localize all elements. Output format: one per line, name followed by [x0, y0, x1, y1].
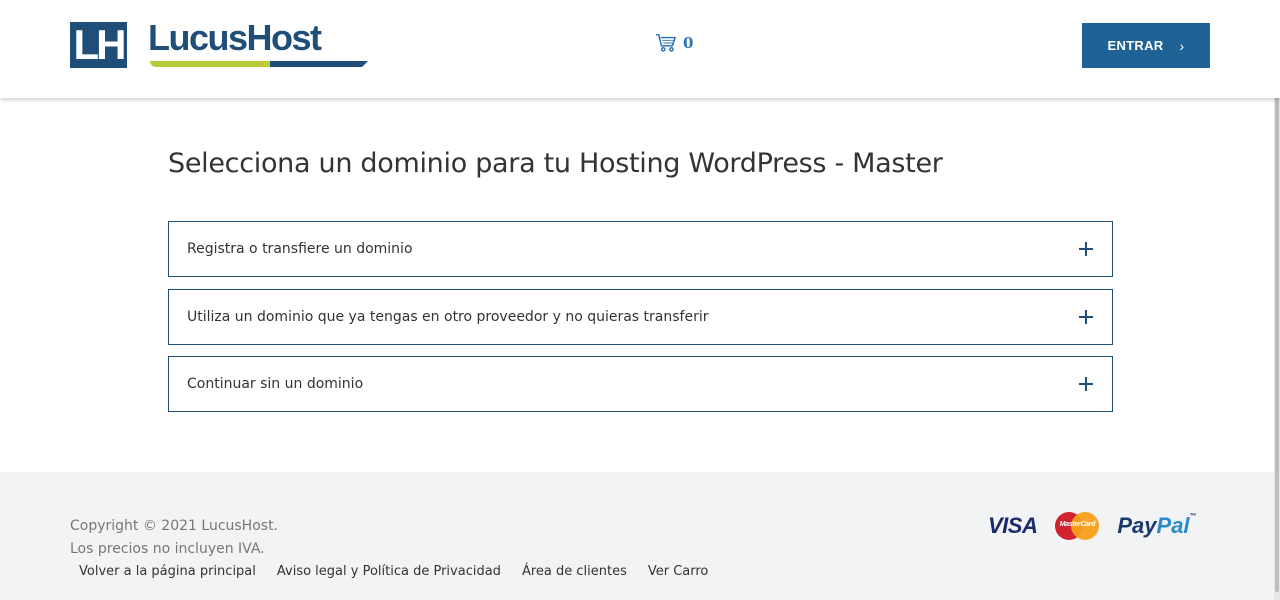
option-no-domain[interactable]: Continuar sin un dominio	[168, 356, 1113, 412]
option-label: Continuar sin un dominio	[187, 376, 364, 392]
footer-link-legal[interactable]: Aviso legal y Política de Privacidad	[277, 564, 501, 579]
plus-icon[interactable]	[1079, 377, 1093, 391]
vat-note: Los precios no incluyen IVA.	[70, 541, 265, 557]
login-button[interactable]: ENTRAR ›	[1082, 23, 1210, 68]
copyright-text: Copyright © 2021 LucusHost.	[70, 518, 279, 534]
visa-logo: VISA	[988, 513, 1038, 538]
logo-wordmark-text: LucusHost	[148, 17, 322, 58]
option-label: Registra o transfiere un dominio	[187, 241, 413, 257]
main-content: Selecciona un dominio para tu Hosting Wo…	[0, 98, 1280, 472]
login-button-label: ENTRAR	[1107, 38, 1164, 53]
cart-link[interactable]: 0	[655, 33, 693, 53]
option-register-domain[interactable]: Registra o transfiere un dominio	[168, 221, 1113, 277]
mastercard-logo: MasterCard	[1055, 512, 1100, 540]
logo-underline-green	[150, 61, 270, 67]
option-use-existing-domain[interactable]: Utiliza un dominio que ya tengas en otro…	[168, 289, 1113, 345]
cart-count: 0	[683, 34, 694, 52]
shopping-cart-icon	[656, 34, 677, 52]
footer-copyright-block: Copyright © 2021 LucusHost. Los precios …	[70, 515, 278, 561]
paypal-logo: PayPal™	[1117, 513, 1197, 538]
chevron-right-icon: ›	[1179, 37, 1185, 54]
logo-mark: LH	[70, 22, 127, 68]
logo-underline-blue	[270, 61, 368, 67]
page-title: Selecciona un dominio para tu Hosting Wo…	[168, 148, 943, 179]
option-label: Utiliza un dominio que ya tengas en otro…	[187, 309, 709, 325]
footer-links: Volver a la página principal Aviso legal…	[79, 564, 729, 579]
footer-link-home[interactable]: Volver a la página principal	[79, 564, 256, 579]
payment-methods: VISA MasterCard PayPal™	[988, 512, 1197, 540]
footer-link-client-area[interactable]: Área de clientes	[522, 564, 627, 579]
site-logo[interactable]: LH LucusHost	[70, 18, 370, 68]
logo-wordmark: LucusHost	[148, 18, 370, 68]
site-footer: Copyright © 2021 LucusHost. Los precios …	[0, 472, 1280, 600]
plus-icon[interactable]	[1079, 310, 1093, 324]
plus-icon[interactable]	[1079, 242, 1093, 256]
footer-link-view-cart[interactable]: Ver Carro	[648, 564, 709, 579]
site-header: LH LucusHost 0 ENTRAR ›	[0, 0, 1280, 98]
logo-mark-text: LH	[73, 21, 127, 68]
